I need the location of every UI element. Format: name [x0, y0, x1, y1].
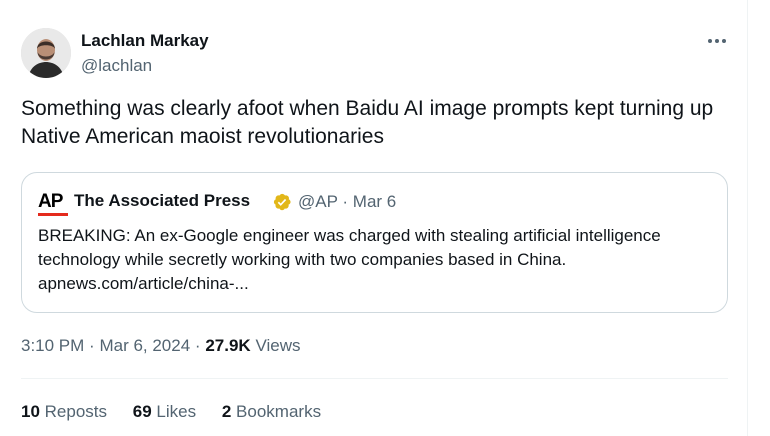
quoted-text: BREAKING: An ex-Google engineer was char…	[38, 226, 661, 293]
reposts-label: Reposts	[44, 402, 108, 421]
bookmarks-label: Bookmarks	[236, 402, 322, 421]
more-options-button[interactable]	[702, 28, 732, 54]
author-name[interactable]: Lachlan Markay	[81, 31, 209, 51]
more-dot	[722, 39, 726, 43]
likes-link[interactable]: 69 Likes	[133, 402, 196, 422]
divider	[21, 378, 728, 379]
quoted-handle: @AP	[298, 192, 338, 211]
tweet-meta: 3:10 PM · Mar 6, 2024 · 27.9K Views	[21, 336, 300, 356]
ap-logo-icon: AP	[38, 192, 68, 216]
likes-label: Likes	[156, 402, 197, 421]
more-horizontal-icon	[708, 39, 712, 43]
separator: ·	[89, 336, 95, 355]
ap-logo-underline	[38, 213, 68, 216]
verified-badge-icon	[273, 193, 291, 211]
bookmarks-count: 2	[221, 402, 232, 421]
avatar[interactable]	[21, 28, 71, 78]
likes-count: 69	[132, 402, 152, 421]
quoted-tweet[interactable]: AP The Associated Press @AP · Mar 6 BREA…	[21, 172, 728, 313]
views-count: 27.9K	[205, 336, 251, 355]
avatar-image	[21, 28, 71, 78]
separator: ·	[194, 336, 201, 355]
views-label: Views	[255, 336, 301, 355]
author-handle[interactable]: @lachlan	[81, 56, 152, 76]
quoted-meta: @AP · Mar 6	[298, 192, 396, 212]
tweet-time[interactable]: 3:10 PM	[21, 336, 84, 355]
quoted-date: Mar 6	[352, 192, 397, 211]
ap-logo-text: AP	[38, 191, 63, 212]
reposts-link[interactable]: 10 Reposts	[21, 402, 107, 422]
tweet-detail: Lachlan Markay @lachlan Something was cl…	[0, 0, 748, 436]
separator: ·	[342, 192, 349, 211]
engagement-stats: 10 Reposts 69 Likes 2 Bookmarks	[21, 402, 342, 422]
tweet-date[interactable]: Mar 6, 2024	[99, 336, 190, 355]
reposts-count: 10	[21, 402, 40, 421]
quoted-author-name: The Associated Press	[74, 191, 251, 210]
tweet-text: Something was clearly afoot when Baidu A…	[21, 97, 714, 148]
more-dot	[715, 39, 719, 43]
bookmarks-link[interactable]: 2 Bookmarks	[222, 402, 321, 422]
